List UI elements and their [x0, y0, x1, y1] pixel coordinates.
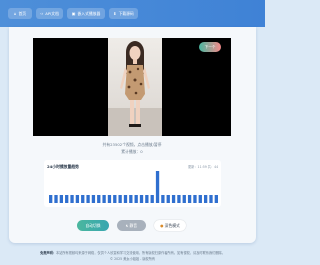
- mute-button[interactable]: 🔇︎ 静音: [117, 220, 146, 231]
- nav-embed-player-button[interactable]: ▣ 嵌入式播放器: [67, 8, 105, 19]
- mute-label: 静音: [129, 223, 138, 228]
- nav-api-docs-button[interactable]: ‹› API文档: [36, 8, 63, 19]
- dark-mode-button[interactable]: ● 深色模式: [154, 220, 186, 231]
- stats-meta: 更新：11:59 共：44: [188, 165, 219, 169]
- home-icon: ⌂: [13, 11, 17, 16]
- nav-embed-player-label: 嵌入式播放器: [77, 11, 101, 16]
- video-count-text: 共有23502个视频，点击播放/暂停: [102, 142, 162, 147]
- nav-home-label: 首页: [18, 11, 27, 16]
- code-icon: ‹›: [40, 11, 44, 16]
- footer-disclaimer: 免责声明：本站所有视频均来源于网络，仅供个人欣赏和学习交流使用，所有版权归原作者…: [0, 250, 265, 255]
- stats-title: 24小时播放量趋势: [47, 164, 79, 169]
- nav-download-source-button[interactable]: ⬇ 下载源码: [109, 8, 138, 19]
- footer-copyright: © 2025 美女小姐姐 - 版权所有: [109, 257, 156, 261]
- next-video-button[interactable]: 下一个: [199, 42, 221, 52]
- video-frame-image: [108, 38, 162, 136]
- play-counter-text: 累计播放：0: [121, 149, 143, 154]
- dark-mode-label: 深色模式: [164, 223, 180, 228]
- disclaimer-text: 本站所有视频均来源于网络，仅供个人欣赏和学习交流使用，所有版权归原作者所有。如有…: [56, 251, 225, 255]
- next-video-label: 下一个: [204, 45, 216, 49]
- top-navigation-bar: ⌂ 首页 ‹› API文档 ▣ 嵌入式播放器 ⬇ 下载源码: [0, 0, 265, 27]
- nav-home-button[interactable]: ⌂ 首页: [8, 8, 32, 19]
- disclaimer-label: 免责声明：: [40, 251, 56, 255]
- nav-api-docs-label: API文档: [45, 11, 59, 16]
- auto-switch-button[interactable]: 自动切换: [77, 220, 109, 231]
- nav-download-source-label: 下载源码: [118, 11, 134, 16]
- download-icon: ⬇: [113, 11, 117, 16]
- auto-switch-label: 自动切换: [85, 223, 101, 228]
- embed-icon: ▣: [71, 11, 76, 16]
